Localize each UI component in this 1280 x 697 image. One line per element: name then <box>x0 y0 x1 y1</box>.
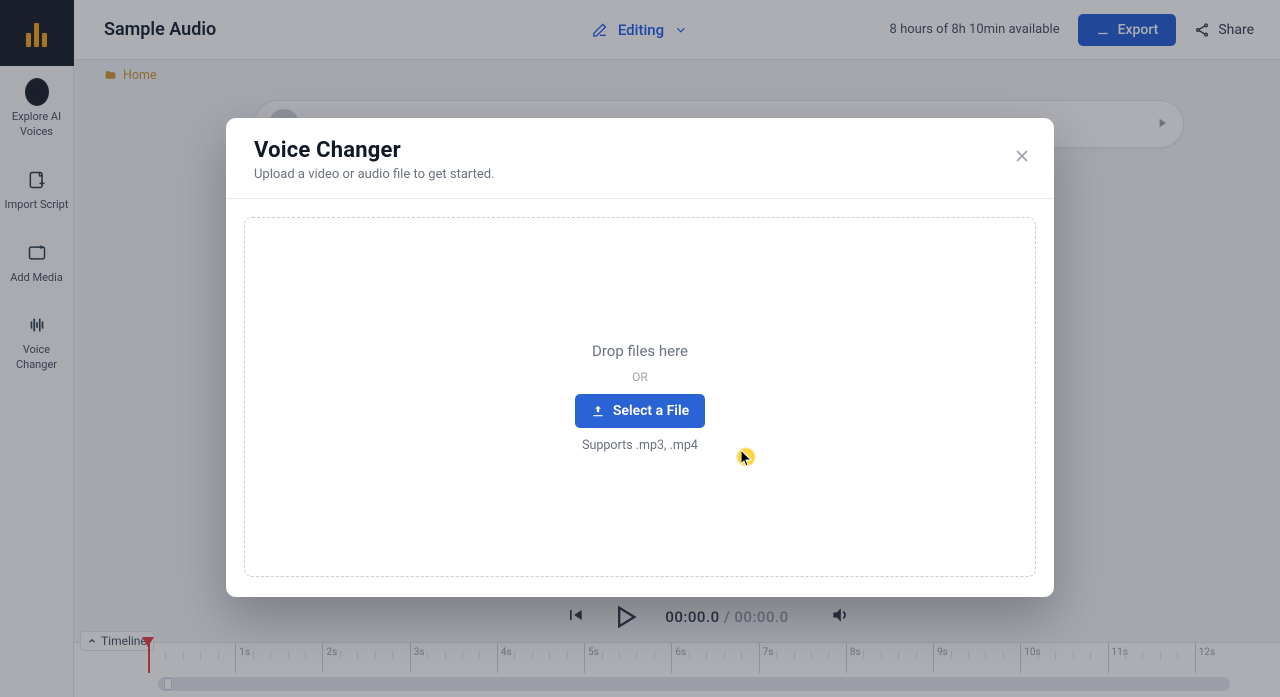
file-dropzone[interactable]: Drop files here OR Select a File Support… <box>244 217 1036 577</box>
modal-title: Voice Changer <box>254 138 1026 163</box>
upload-icon <box>591 404 605 418</box>
select-file-button[interactable]: Select a File <box>575 394 705 428</box>
voice-changer-modal: Voice Changer Upload a video or audio fi… <box>226 118 1054 597</box>
modal-scrim[interactable]: Voice Changer Upload a video or audio fi… <box>0 0 1280 697</box>
supports-text: Supports .mp3, .mp4 <box>582 438 698 453</box>
select-file-label: Select a File <box>613 403 689 419</box>
dropzone-or: OR <box>632 370 648 384</box>
modal-subtitle: Upload a video or audio file to get star… <box>254 167 1026 182</box>
modal-close-button[interactable] <box>1008 142 1036 170</box>
dropzone-text: Drop files here <box>592 342 688 360</box>
close-icon <box>1012 146 1032 166</box>
